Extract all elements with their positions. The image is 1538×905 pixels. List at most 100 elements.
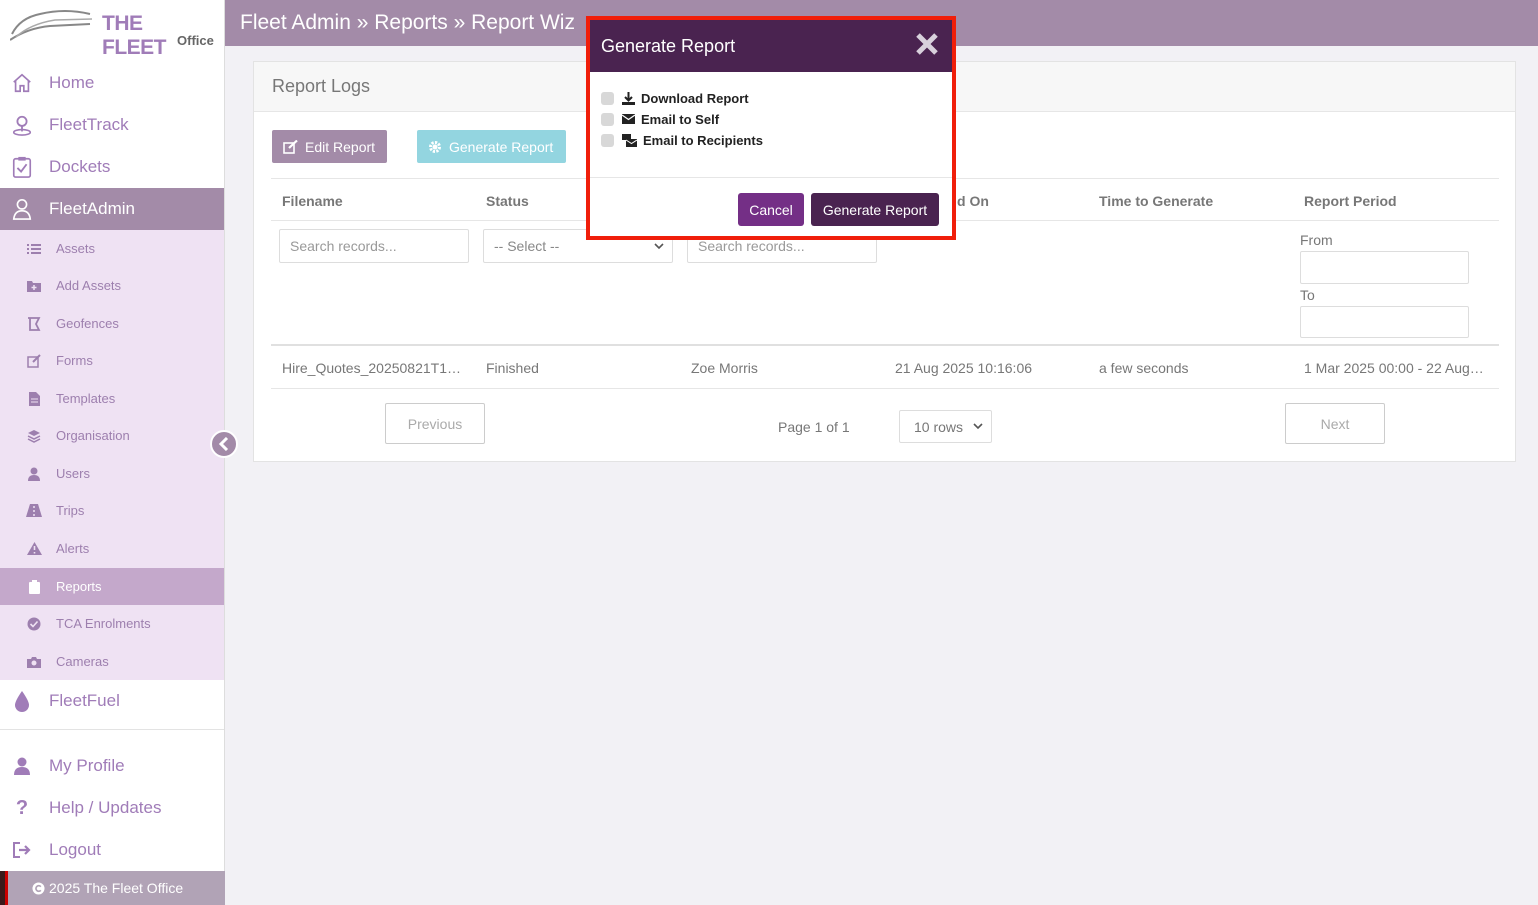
question-icon: ? [15,796,29,819]
previous-button[interactable]: Previous [385,403,485,444]
sidebar-item-trips[interactable]: Trips [0,492,224,529]
sidebar-item-cameras[interactable]: Cameras [0,643,224,680]
file-icon [26,391,42,407]
sidebar-item-users[interactable]: Users [0,455,224,492]
sidebar-item-add-assets[interactable]: Add Assets [0,267,224,304]
nav-home[interactable]: Home [0,62,224,104]
rows-per-page-select[interactable]: 10 rows [899,410,992,443]
sidebar-item-label: Users [56,466,90,481]
option-email-to-recipients[interactable]: Email to Recipients [601,131,763,149]
column-header-status[interactable]: Status [486,193,529,209]
download-report-checkbox[interactable] [601,91,614,105]
cell-report-period: 1 Mar 2025 00:00 - 22 Aug… [1304,360,1484,376]
nav-label: Dockets [49,157,111,176]
layers-icon [26,428,42,444]
option-label: Download Report [641,90,749,106]
period-from-input[interactable] [1300,251,1469,284]
nav-help-updates[interactable]: ? Help / Updates [0,787,224,829]
placeholder-text: Search records... [290,238,397,254]
modal-header: Generate Report [590,20,952,72]
nav-label: My Profile [49,756,125,775]
nav-label: Logout [49,840,101,859]
sidebar-item-label: Forms [56,353,93,368]
brand-sub: Office [177,33,214,48]
user-icon [10,754,34,778]
footer-text: 2025 The Fleet Office [49,880,184,896]
table-row[interactable]: Hire_Quotes_20250821T1… Finished Zoe Mor… [271,346,1499,389]
filename-search-input[interactable]: Search records... [279,229,469,263]
nav-fleetadmin[interactable]: FleetAdmin [0,188,224,230]
cell-status: Finished [486,360,539,376]
column-header-report-period[interactable]: Report Period [1304,193,1397,209]
placeholder-text: Search records... [698,238,805,254]
period-to-input[interactable] [1300,306,1469,338]
car-outline-icon [10,10,93,41]
email-to-recipients-checkbox[interactable] [601,133,614,147]
email-to-self-checkbox[interactable] [601,112,614,126]
sidebar-item-label: Reports [56,579,102,594]
sidebar-item-label: Organisation [56,428,130,443]
brand-logo[interactable]: THE FLEET Office [10,4,214,59]
edit-report-label: Edit Report [305,138,376,155]
column-header-generated-on[interactable]: d On [957,193,989,209]
page-info: Page 1 of 1 [778,419,850,435]
column-header-filename[interactable]: Filename [282,193,343,209]
nav-my-profile[interactable]: My Profile [0,745,224,787]
option-download-report[interactable]: Download Report [601,89,749,107]
warning-icon [26,541,42,557]
sidebar-item-label: Cameras [56,654,109,669]
option-label: Email to Recipients [643,132,763,148]
modal-body: Download Report Email to Self Email to R… [590,72,952,178]
sidebar-item-organisation[interactable]: Organisation [0,417,224,454]
sidebar-item-reports[interactable]: Reports [0,568,224,605]
modal-title: Generate Report [601,35,736,56]
cell-time-to-generate: a few seconds [1099,360,1189,376]
nav-label: Home [49,73,95,92]
chevron-left-icon [218,437,230,451]
edit-icon [283,139,298,154]
mail-group-icon [622,133,637,147]
sidebar-collapse-button[interactable] [210,430,238,458]
sidebar-item-label: Add Assets [56,278,122,293]
cancel-button[interactable]: Cancel [738,193,804,226]
nav-dockets[interactable]: Dockets [0,146,224,188]
generate-report-button[interactable]: Generate Report [417,130,566,163]
check-circle-icon [26,616,42,632]
clipboard-check-icon [10,155,34,179]
next-button[interactable]: Next [1285,403,1385,444]
nav-logout[interactable]: Logout [0,829,224,871]
from-label: From [1300,232,1333,248]
sidebar-item-geofences[interactable]: Geofences [0,305,224,342]
modal-generate-report-button[interactable]: Generate Report [811,193,939,226]
generate-report-label: Generate Report [449,138,554,155]
nav-label: FleetTrack [49,115,129,134]
logout-icon [10,838,34,862]
edit-report-button[interactable]: Edit Report [272,130,387,163]
option-email-to-self[interactable]: Email to Self [601,110,719,128]
clipboard-icon [26,579,42,595]
sidebar-item-tca-enrolments[interactable]: TCA Enrolments [0,605,224,642]
column-header-time-to-generate[interactable]: Time to Generate [1099,193,1213,209]
nav-fleettrack[interactable]: FleetTrack [0,104,224,146]
folder-plus-icon [26,278,42,294]
chevron-down-icon [654,242,664,250]
close-icon[interactable] [916,32,938,60]
envelope-icon [622,114,635,124]
copyright-icon [32,881,45,895]
geofence-icon [26,316,42,332]
map-pin-icon [10,113,34,137]
sidebar-item-label: Alerts [56,541,90,556]
sidebar-item-forms[interactable]: Forms [0,342,224,379]
selected-value: 10 rows [914,418,964,435]
sidebar-item-label: Geofences [56,316,119,331]
sidebar-item-label: Templates [56,391,116,406]
cell-filename[interactable]: Hire_Quotes_20250821T1… [282,360,461,376]
user-icon [26,466,42,482]
list-icon [26,241,42,257]
sidebar-item-templates[interactable]: Templates [0,380,224,417]
sidebar-item-assets[interactable]: Assets [0,230,224,267]
download-icon [622,91,635,105]
nav-fleetfuel[interactable]: FleetFuel [0,680,224,722]
selected-value: -- Select -- [494,238,560,254]
sidebar-item-alerts[interactable]: Alerts [0,530,224,567]
